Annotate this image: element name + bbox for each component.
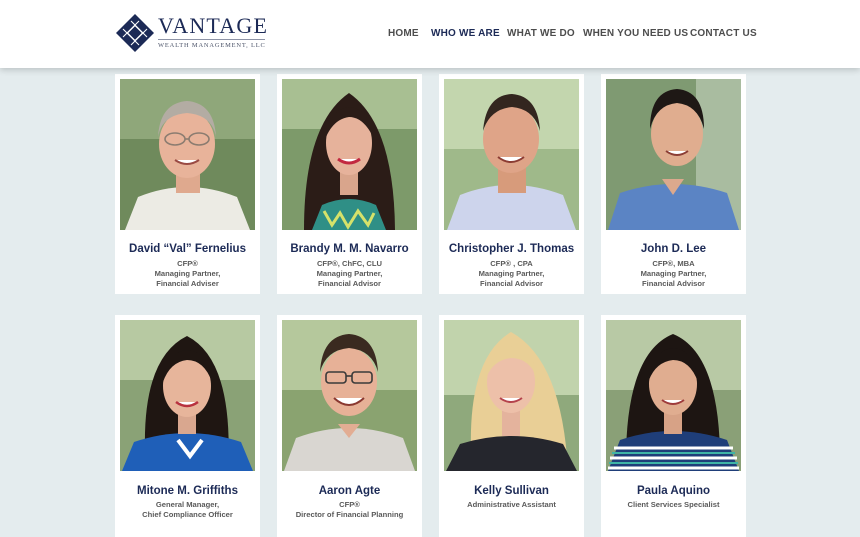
nav-contact-us[interactable]: CONTACT US bbox=[690, 28, 757, 39]
member-name: Paula Aquino bbox=[636, 485, 711, 497]
logo-diamond-icon bbox=[116, 14, 154, 52]
member-credentials: CFP®, MBA bbox=[652, 259, 695, 268]
member-title: Client Services Specialist bbox=[627, 500, 720, 509]
member-title: Administrative Assistant bbox=[467, 500, 556, 509]
member-credentials: CFP®, ChFC, CLU bbox=[316, 259, 383, 268]
member-name: Aaron Agte bbox=[318, 485, 381, 497]
member-credentials: CFP® bbox=[177, 259, 198, 268]
team-card[interactable]: Christopher J. Thomas CFP® , CPA Managin… bbox=[439, 74, 584, 294]
member-name: Christopher J. Thomas bbox=[448, 243, 575, 255]
nav-who-we-are[interactable]: WHO WE ARE bbox=[431, 28, 500, 39]
member-title: General Manager, bbox=[155, 500, 220, 509]
member-name: Mitone M. Griffiths bbox=[137, 485, 238, 497]
member-name: John D. Lee bbox=[640, 243, 707, 255]
member-name: David “Val” Fernelius bbox=[129, 243, 246, 255]
member-name: Brandy M. M. Navarro bbox=[290, 243, 409, 255]
team-card[interactable]: Aaron Agte CFP® Director of Financial Pl… bbox=[277, 315, 422, 537]
team-card[interactable]: David “Val” Fernelius CFP® Managing Part… bbox=[115, 74, 260, 294]
member-role: Financial Advisor bbox=[641, 279, 705, 288]
portrait-photo bbox=[120, 320, 255, 471]
member-title: Managing Partner, bbox=[316, 269, 383, 278]
portrait-photo bbox=[606, 79, 741, 230]
member-title: Managing Partner, bbox=[154, 269, 221, 278]
member-role: Financial Advisor bbox=[317, 279, 381, 288]
team-card[interactable]: Kelly Sullivan Administrative Assistant bbox=[439, 315, 584, 537]
nav-when-you-need-us[interactable]: WHEN YOU NEED US bbox=[583, 28, 688, 39]
site-header: VANTAGE WEALTH MANAGEMENT, LLC HOME WHO … bbox=[0, 0, 860, 68]
member-credentials: CFP® , CPA bbox=[490, 259, 533, 268]
logo-divider bbox=[158, 39, 265, 40]
portrait-photo bbox=[444, 79, 579, 230]
team-card[interactable]: Paula Aquino Client Services Specialist bbox=[601, 315, 746, 537]
nav-home[interactable]: HOME bbox=[388, 28, 419, 39]
portrait-photo bbox=[120, 79, 255, 230]
team-card[interactable]: John D. Lee CFP®, MBA Managing Partner, … bbox=[601, 74, 746, 294]
portrait-photo bbox=[282, 320, 417, 471]
portrait-photo bbox=[444, 320, 579, 471]
vantage-logo[interactable]: VANTAGE WEALTH MANAGEMENT, LLC bbox=[115, 13, 267, 55]
logo-wordmark: VANTAGE bbox=[158, 13, 269, 38]
member-role: Financial Advisor bbox=[479, 279, 543, 288]
member-role: Financial Adviser bbox=[156, 279, 219, 288]
member-title: Managing Partner, bbox=[478, 269, 545, 278]
portrait-photo bbox=[606, 320, 741, 471]
portrait-photo bbox=[282, 79, 417, 230]
logo-tagline: WEALTH MANAGEMENT, LLC bbox=[158, 42, 266, 49]
member-name: Kelly Sullivan bbox=[474, 485, 549, 497]
member-title: Director of Financial Planning bbox=[295, 510, 404, 519]
member-title: Managing Partner, bbox=[640, 269, 707, 278]
nav-what-we-do[interactable]: WHAT WE DO bbox=[507, 28, 575, 39]
team-card[interactable]: Mitone M. Griffiths General Manager, Chi… bbox=[115, 315, 260, 537]
team-card[interactable]: Brandy M. M. Navarro CFP®, ChFC, CLU Man… bbox=[277, 74, 422, 294]
member-role: Chief Compliance Officer bbox=[142, 510, 233, 519]
member-credentials: CFP® bbox=[339, 500, 360, 509]
